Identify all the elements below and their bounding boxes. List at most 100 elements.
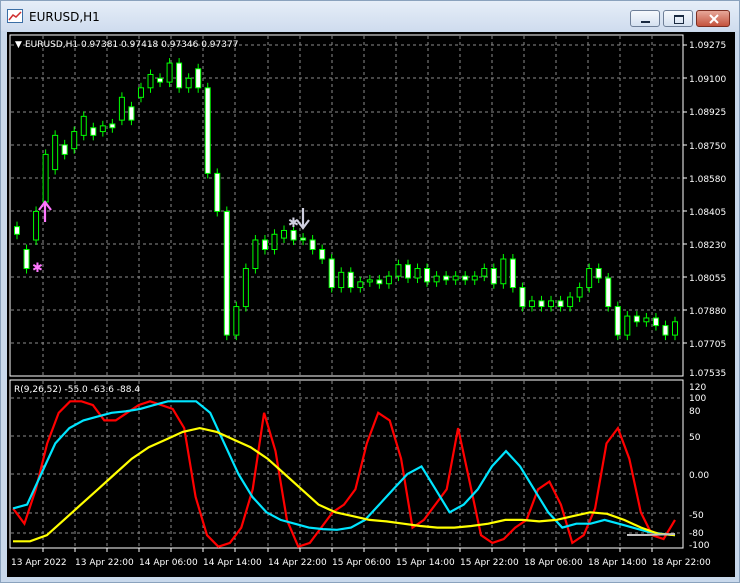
candle [328, 258, 335, 289]
candle [452, 275, 459, 281]
candle [481, 268, 488, 277]
candle [567, 296, 574, 308]
candle [281, 229, 288, 239]
candle [519, 287, 526, 308]
indicator-header: R(9,26,52) -55.0 -63.6 -88.4 [14, 385, 140, 395]
close-icon [709, 14, 719, 24]
signal-line [627, 533, 676, 536]
candle [290, 229, 297, 241]
candle [300, 237, 307, 241]
buy-arrow-icon [38, 200, 52, 222]
time-label: 18 Apr 06:00 [524, 558, 583, 568]
candle [538, 300, 545, 308]
price-label: 1.07705 [689, 340, 726, 350]
candle [557, 300, 564, 308]
indicator-label: -100 [689, 541, 710, 551]
candle [271, 233, 278, 250]
candle [61, 144, 68, 155]
candle [443, 275, 450, 281]
candle [528, 300, 535, 308]
price-label: 1.09100 [689, 75, 726, 85]
price-label: 1.08925 [689, 108, 726, 118]
candle [118, 96, 125, 121]
candle [605, 277, 612, 308]
candle [576, 287, 583, 298]
time-label: 15 Apr 06:00 [332, 558, 391, 568]
price-header: EURUSD,H1 0.97381 0.97418 0.97346 0.9737… [25, 40, 238, 50]
candle [414, 268, 421, 279]
candle [357, 281, 364, 289]
candle [662, 325, 669, 336]
time-label: 13 Apr 2022 [11, 558, 67, 568]
candle [147, 73, 154, 89]
candle [204, 87, 211, 174]
price-label: 1.07535 [689, 369, 726, 379]
candle [242, 268, 249, 308]
title-bar[interactable]: EURUSD,H1 [1, 1, 739, 31]
candle [309, 239, 316, 250]
maximize-button[interactable] [663, 10, 693, 27]
candle [14, 226, 20, 235]
candle [586, 268, 593, 289]
minimize-icon [641, 21, 650, 23]
candle [99, 125, 106, 133]
buy-star-icon: ✱ [32, 261, 43, 276]
indicator-label: 120 [689, 383, 706, 393]
chart-window-icon [7, 9, 23, 23]
price-label: 1.07880 [689, 307, 726, 317]
candle [166, 62, 173, 83]
price-label: 1.08580 [689, 175, 726, 185]
candle [252, 239, 259, 270]
candle [176, 62, 183, 89]
indicator-label: -80 [689, 529, 704, 539]
candle [395, 264, 402, 277]
time-label: 14 Apr 06:00 [139, 558, 198, 568]
indicator-label: -50 [689, 511, 704, 521]
candle [672, 321, 678, 336]
candle [195, 68, 202, 89]
time-label: 14 Apr 22:00 [268, 558, 327, 568]
window-title: EURUSD,H1 [29, 10, 100, 24]
candle [319, 248, 326, 260]
candle [128, 106, 135, 121]
time-label: 13 Apr 22:00 [75, 558, 134, 568]
candle [80, 115, 87, 136]
time-label: 18 Apr 22:00 [652, 558, 711, 568]
candle [433, 275, 440, 283]
candle [652, 317, 659, 327]
candle [595, 268, 602, 279]
candle [23, 248, 30, 270]
candle [52, 134, 59, 171]
candle [42, 153, 49, 203]
indicator-label: 50 [689, 433, 701, 443]
candle [338, 271, 345, 289]
chart-area[interactable]: ✱ ✱ ▼ EURUSD,H1 0.97381 0.97418 0.97346 0… [7, 32, 735, 577]
minimize-button[interactable] [630, 10, 660, 27]
candle [509, 258, 516, 289]
candle [157, 77, 164, 83]
candle [548, 300, 555, 308]
close-button[interactable] [696, 10, 730, 27]
symbol-menu-icon[interactable]: ▼ [15, 40, 22, 50]
chart-window: EURUSD,H1 ✱ ✱ ▼ EURUSD,H1 0.97381 0.97418… [0, 0, 740, 583]
candle [90, 127, 97, 136]
candle [500, 258, 507, 285]
candle [471, 275, 478, 281]
candle [214, 172, 221, 212]
price-label: 1.08750 [689, 142, 726, 152]
candle [109, 123, 116, 129]
restore-icon [674, 15, 684, 24]
chart-canvas[interactable]: ✱ ✱ ▼ EURUSD,H1 0.97381 0.97418 0.97346 0… [7, 32, 735, 577]
candle [261, 239, 268, 250]
price-label: 1.08055 [689, 274, 726, 284]
time-label: 15 Apr 22:00 [460, 558, 519, 568]
candle [185, 77, 192, 89]
candle [643, 317, 650, 323]
indicator-label: 100 [689, 394, 706, 404]
candle [624, 315, 631, 336]
candle [404, 264, 411, 279]
price-label: 1.09275 [689, 41, 726, 51]
candle [233, 306, 240, 336]
candle [376, 279, 383, 285]
time-label: 14 Apr 14:00 [203, 558, 262, 568]
